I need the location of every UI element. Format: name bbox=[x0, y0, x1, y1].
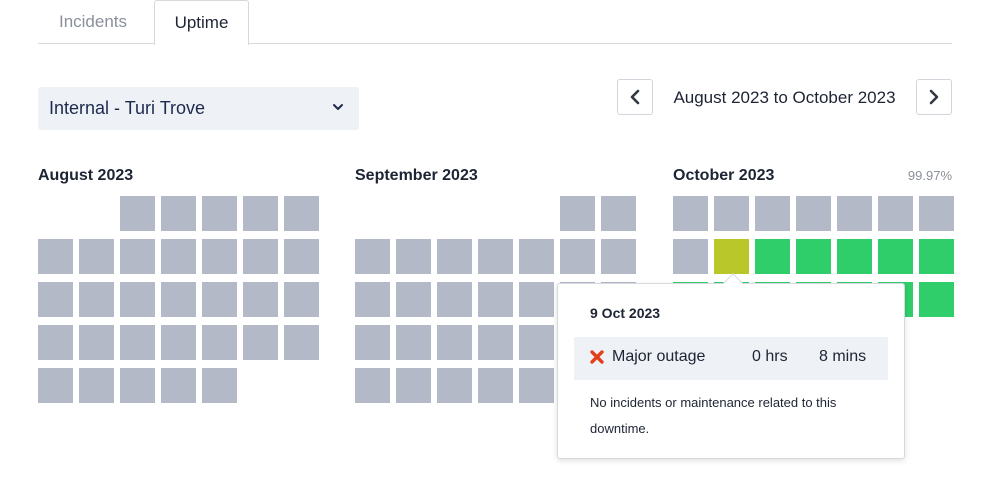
day-cell[interactable] bbox=[38, 325, 73, 360]
month-title: September 2023 bbox=[355, 167, 478, 184]
day-cell[interactable] bbox=[284, 325, 319, 360]
day-cell[interactable] bbox=[284, 239, 319, 274]
day-cell[interactable] bbox=[120, 282, 155, 317]
day-cell[interactable] bbox=[396, 325, 431, 360]
month-title: August 2023 bbox=[38, 167, 134, 184]
close-x-icon bbox=[590, 350, 604, 364]
component-select-value: Internal - Turi Trove bbox=[49, 98, 206, 118]
day-cell[interactable] bbox=[120, 196, 155, 231]
day-cell[interactable] bbox=[79, 282, 114, 317]
tooltip-outage-row: Major outage 0 hrs 8 mins bbox=[574, 337, 888, 380]
day-cell[interactable] bbox=[519, 368, 554, 403]
tooltip-date: 9 Oct 2023 bbox=[590, 305, 661, 321]
day-cell[interactable] bbox=[478, 368, 513, 403]
day-cell[interactable] bbox=[837, 196, 872, 231]
day-cell[interactable] bbox=[202, 282, 237, 317]
day-cell[interactable] bbox=[38, 368, 73, 403]
day-cell[interactable] bbox=[355, 368, 390, 403]
component-select[interactable]: Internal - Turi Trove bbox=[38, 87, 359, 130]
day-cell[interactable] bbox=[161, 239, 196, 274]
tab-uptime[interactable]: Uptime bbox=[154, 0, 249, 45]
tab-incidents[interactable]: Incidents bbox=[38, 0, 148, 44]
month-title: October 2023 bbox=[673, 167, 775, 184]
day-cell[interactable] bbox=[396, 368, 431, 403]
day-cell[interactable] bbox=[161, 325, 196, 360]
day-cell[interactable] bbox=[796, 196, 831, 231]
day-cell[interactable] bbox=[919, 196, 954, 231]
day-cell[interactable] bbox=[202, 196, 237, 231]
day-cell[interactable] bbox=[437, 282, 472, 317]
day-cell[interactable] bbox=[38, 239, 73, 274]
day-cell[interactable] bbox=[755, 196, 790, 231]
day-cell[interactable] bbox=[560, 239, 595, 274]
day-cell[interactable] bbox=[796, 239, 831, 274]
month-calendar-october: October 2023 bbox=[673, 167, 954, 317]
day-cell[interactable] bbox=[79, 325, 114, 360]
chevron-right-icon bbox=[929, 89, 939, 105]
day-cell[interactable] bbox=[714, 196, 749, 231]
day-cell[interactable] bbox=[673, 196, 708, 231]
day-cell[interactable] bbox=[396, 239, 431, 274]
day-cell[interactable] bbox=[673, 239, 708, 274]
day-cell[interactable] bbox=[919, 239, 954, 274]
date-range-label: August 2023 to October 2023 bbox=[673, 88, 896, 107]
day-cell[interactable] bbox=[755, 239, 790, 274]
day-cell[interactable] bbox=[355, 325, 390, 360]
day-cell[interactable] bbox=[478, 239, 513, 274]
previous-range-button[interactable] bbox=[617, 79, 653, 115]
tooltip-note: No incidents or maintenance related to t… bbox=[590, 395, 837, 436]
day-cell[interactable] bbox=[284, 196, 319, 231]
day-cell[interactable] bbox=[202, 368, 237, 403]
day-cell[interactable] bbox=[202, 325, 237, 360]
day-tooltip: 9 Oct 2023 Major outage 0 hrs 8 mins No … bbox=[557, 283, 905, 459]
day-cell[interactable] bbox=[519, 239, 554, 274]
tab-bar: Incidents Uptime bbox=[38, 0, 952, 45]
day-cell[interactable] bbox=[601, 239, 636, 274]
day-cell[interactable] bbox=[243, 239, 278, 274]
day-cell[interactable] bbox=[79, 239, 114, 274]
day-cell[interactable] bbox=[878, 239, 913, 274]
day-cell[interactable] bbox=[284, 282, 319, 317]
next-range-button[interactable] bbox=[916, 79, 952, 115]
day-cell[interactable] bbox=[120, 368, 155, 403]
day-cell[interactable] bbox=[878, 196, 913, 231]
day-cell[interactable] bbox=[919, 282, 954, 317]
day-cell[interactable] bbox=[161, 196, 196, 231]
month-calendar-september: September 2023 bbox=[355, 167, 636, 403]
day-cell[interactable] bbox=[120, 325, 155, 360]
day-cell[interactable] bbox=[437, 325, 472, 360]
chevron-down-icon bbox=[333, 104, 343, 110]
day-cell[interactable] bbox=[355, 282, 390, 317]
day-cell[interactable] bbox=[837, 239, 872, 274]
tooltip-minutes: 8 mins bbox=[819, 348, 867, 365]
day-cell[interactable] bbox=[437, 368, 472, 403]
day-cell[interactable] bbox=[38, 282, 73, 317]
day-cell[interactable] bbox=[601, 196, 636, 231]
tooltip-hours: 0 hrs bbox=[752, 348, 788, 365]
day-cell[interactable] bbox=[437, 239, 472, 274]
day-cell[interactable] bbox=[161, 368, 196, 403]
day-cell[interactable] bbox=[396, 282, 431, 317]
chevron-left-icon bbox=[630, 89, 640, 105]
day-cell[interactable] bbox=[79, 368, 114, 403]
day-cell[interactable] bbox=[560, 196, 595, 231]
day-cell[interactable] bbox=[243, 196, 278, 231]
uptime-percentage: 99.97% bbox=[907, 168, 952, 183]
day-cell[interactable] bbox=[355, 239, 390, 274]
tooltip-status: Major outage bbox=[612, 348, 706, 365]
day-cell[interactable] bbox=[243, 325, 278, 360]
day-cell[interactable] bbox=[519, 282, 554, 317]
day-cell[interactable] bbox=[519, 325, 554, 360]
day-cell[interactable] bbox=[714, 239, 749, 274]
day-cell[interactable] bbox=[202, 239, 237, 274]
month-calendar-august: August 2023 bbox=[38, 167, 319, 403]
day-cell[interactable] bbox=[478, 282, 513, 317]
day-cell[interactable] bbox=[120, 239, 155, 274]
day-cell[interactable] bbox=[478, 325, 513, 360]
day-cell[interactable] bbox=[243, 282, 278, 317]
day-cell[interactable] bbox=[161, 282, 196, 317]
